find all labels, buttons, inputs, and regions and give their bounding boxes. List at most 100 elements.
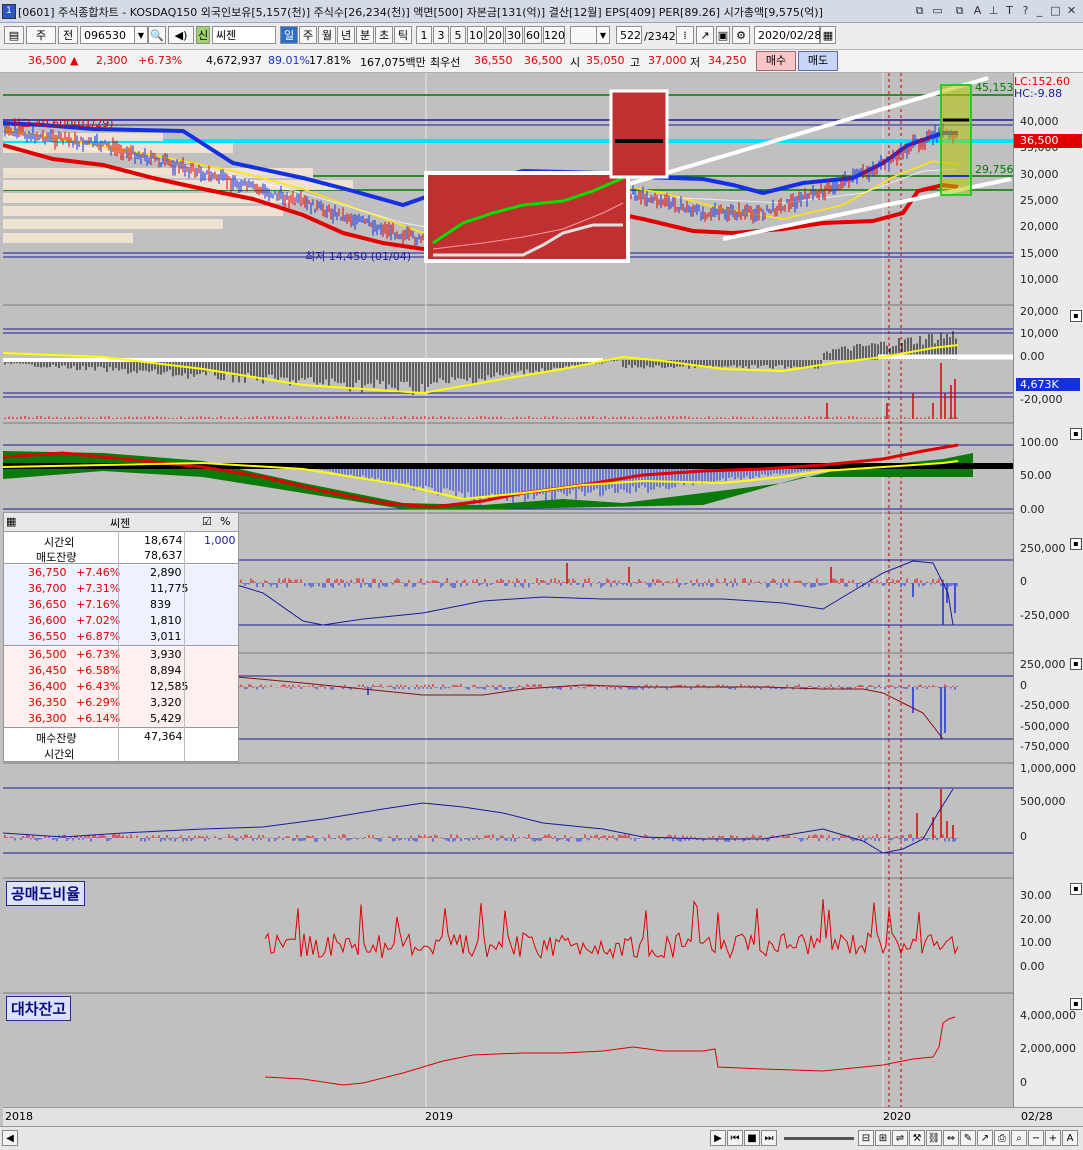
split-icon[interactable]: ▭ [930,3,945,18]
order-book-row[interactable]: 36,350 +6.29% 3,320 [4,695,238,711]
flow-axis-label: -750,000 [1020,740,1070,753]
search-icon[interactable]: 🔍 [148,26,166,44]
order-book-row[interactable]: 36,500 +6.73% 3,930 [4,647,238,663]
interval-tab[interactable]: 5 [450,26,466,44]
magnify-icon[interactable]: ⌕ [1011,1130,1027,1146]
period-tab[interactable]: 월 [318,26,336,44]
interval-tab[interactable]: 1 [416,26,432,44]
link-icon[interactable]: ⛓ [926,1130,942,1146]
date-input[interactable]: 2020/02/28 [754,26,821,44]
order-book-row[interactable]: 시간외 [4,745,238,761]
ask-price: 36,700 [28,582,67,595]
pane-close-icon[interactable]: ▪ [1070,310,1082,322]
order-book-row[interactable]: 36,750 +7.46% 2,890 [4,565,238,581]
code-dropdown-icon[interactable]: ▼ [134,26,148,44]
period-tab[interactable]: 일 [280,26,298,44]
period-tab[interactable]: 틱 [394,26,412,44]
help-icon[interactable]: ? [1018,3,1033,18]
order-book-row[interactable]: 36,700 +7.31% 11,775 [4,581,238,597]
percent-checkbox[interactable]: ☑ [202,515,212,528]
scale-icon[interactable]: ⇔ [943,1130,959,1146]
order-book-row[interactable]: 매도잔량 78,637 [4,548,238,564]
market-select[interactable]: 주 [26,26,56,44]
interval-tab[interactable]: 3 [433,26,449,44]
interval-tab[interactable]: 60 [524,26,542,44]
minimize-icon[interactable]: _ [1032,3,1047,18]
period-tab[interactable]: 초 [375,26,393,44]
buy-button[interactable]: 매수 [756,51,796,71]
count-input[interactable]: 522 [616,26,642,44]
sound-icon[interactable]: ◀) [168,26,194,44]
pane-close-icon[interactable]: ▪ [1070,428,1082,440]
draw-icon[interactable]: ↗ [696,26,714,44]
zoom-out-icon[interactable]: ⊟ [858,1130,874,1146]
sell-button[interactable]: 매도 [798,51,838,71]
minus-icon[interactable]: − [1028,1130,1044,1146]
pane-close-icon[interactable]: ▪ [1070,538,1082,550]
bid-pct: +6.43% [76,680,121,693]
scroll-right-icon[interactable]: ▶ [710,1130,726,1146]
menu-icon[interactable]: ▤ [4,26,24,44]
scroll-left-icon[interactable]: ◀ [2,1130,18,1146]
period-tab[interactable]: 주 [299,26,317,44]
plus-icon[interactable]: + [1045,1130,1061,1146]
pane-close-icon[interactable]: ▪ [1070,883,1082,895]
close-icon[interactable]: ✕ [1064,3,1079,18]
period-tab[interactable]: 년 [337,26,355,44]
settings-icon[interactable]: T [1002,3,1017,18]
grid-icon[interactable]: ▦ [6,515,16,528]
order-book-row[interactable]: 36,650 +7.16% 839 [4,597,238,613]
tools-icon[interactable]: ⚒ [909,1130,925,1146]
price-axis-label: 25,000 [1020,194,1059,207]
interval-tab[interactable]: 120 [543,26,565,44]
percent-label: % [220,515,231,528]
order-book-row[interactable]: 36,600 +7.02% 1,810 [4,613,238,629]
flow-axis-label: 250,000 [1020,658,1066,671]
print-icon[interactable]: ⎙ [994,1130,1010,1146]
font-size-icon[interactable]: A [1062,1130,1078,1146]
font-icon[interactable]: A [970,3,985,18]
order-book-row[interactable]: 36,550 +6.87% 3,011 [4,629,238,645]
order-book-row[interactable]: 시간외 18,674 1,000 [4,533,238,549]
screen-number-badge[interactable]: 1 [2,4,16,19]
order-book-row[interactable]: 36,300 +6.14% 5,429 [4,711,238,727]
ask-pct: +7.02% [76,614,121,627]
order-book-row[interactable]: 36,400 +6.43% 12,585 [4,679,238,695]
pane-close-icon[interactable]: ▪ [1070,998,1082,1010]
after-hours-buy-label: 시간외 [44,748,75,761]
ask-pct: +7.16% [76,598,121,611]
link-window-icon[interactable]: ⧉ [912,3,927,18]
period-tab[interactable]: 분 [356,26,374,44]
bid-price: 36,400 [28,680,67,693]
interval-tab[interactable]: 10 [467,26,485,44]
pane-close-icon[interactable]: ▪ [1070,658,1082,670]
compare-icon[interactable]: ⇌ [892,1130,908,1146]
ask-price: 36,650 [28,598,67,611]
order-book-row[interactable]: 36,450 +6.58% 8,894 [4,663,238,679]
grid-icon[interactable]: ⁞ [676,26,694,44]
maximize-icon[interactable]: □ [1048,3,1063,18]
pen-icon[interactable]: ✎ [960,1130,976,1146]
scroll-bar[interactable]: ◀ ▶ ⏮ ■ ⏭ ⊟ ⊞ ⇌ ⚒ ⛓ ⇔ ✎ ↗ ⎙ ⌕ − + A [0,1126,1083,1150]
order-book-row[interactable]: 매수잔량 47,364 [4,729,238,745]
interval-tab[interactable]: 30 [505,26,523,44]
layout-icon[interactable]: ⊞ [875,1130,891,1146]
calendar-icon[interactable]: ▦ [820,26,836,44]
gear-icon[interactable]: ⚙ [732,26,750,44]
save-icon[interactable]: ▣ [716,26,730,44]
stop-icon[interactable]: ■ [744,1130,760,1146]
volume-axis-label: 0.00 [1020,350,1045,363]
first-icon[interactable]: ⏮ [727,1130,743,1146]
expand-icon[interactable]: ↗ [977,1130,993,1146]
interval-tab[interactable]: 20 [486,26,504,44]
price-axis-label: 30,000 [1020,168,1059,181]
best-ask: 36,550 [474,54,513,67]
pin-icon[interactable]: ⊥ [986,3,1001,18]
stock-name-field[interactable]: 씨젠 [212,26,276,44]
prev-button[interactable]: 전 [58,26,78,44]
ask-price: 36,600 [28,614,67,627]
zoom-slider[interactable] [784,1137,854,1140]
copy-window-icon[interactable]: ⧉ [952,3,967,18]
last-icon[interactable]: ⏭ [761,1130,777,1146]
interval-dropdown-icon[interactable]: ▼ [596,26,610,44]
